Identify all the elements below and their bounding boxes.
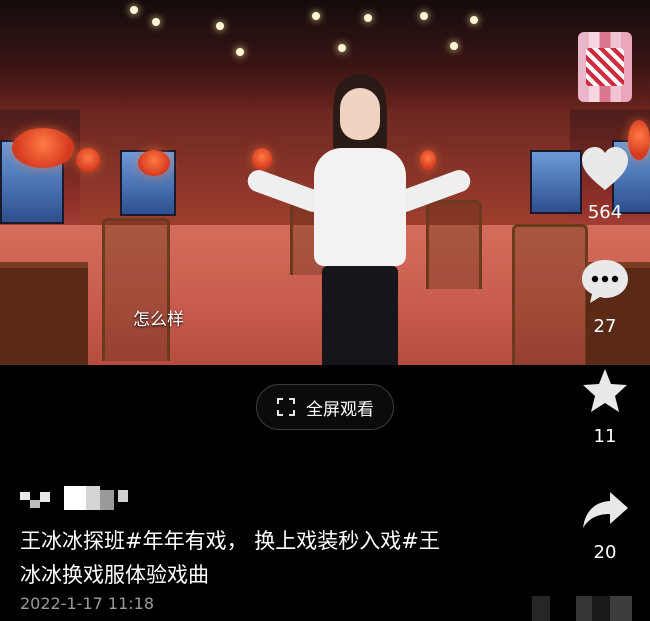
favorite-count: 11 — [593, 426, 617, 447]
pixel-block — [40, 492, 50, 502]
heart-icon — [580, 146, 630, 196]
comment-button[interactable]: 27 — [576, 258, 634, 337]
display-screen — [530, 150, 582, 214]
like-count: 564 — [587, 202, 623, 223]
host-sweater — [314, 148, 406, 266]
stage-light — [312, 12, 320, 20]
like-button[interactable]: 564 — [576, 146, 634, 223]
share-icon — [580, 488, 630, 536]
wooden-chair — [426, 200, 482, 289]
lantern — [76, 148, 100, 172]
pixel-block — [30, 500, 40, 508]
host-figure — [244, 84, 474, 365]
wooden-chair — [102, 218, 170, 361]
stage-light — [420, 12, 428, 20]
pixel-block — [86, 486, 100, 510]
video-subtitle: 怎么样 — [133, 310, 184, 330]
video-player[interactable]: 怎么样 — [0, 0, 650, 365]
host-trousers — [322, 266, 398, 365]
stage-light — [152, 18, 160, 26]
stage-light — [338, 44, 346, 52]
stage-light — [364, 14, 372, 22]
stage-light — [470, 16, 478, 24]
pixelated-watermark — [532, 596, 632, 621]
lantern — [252, 148, 272, 170]
favorite-button[interactable]: 11 — [576, 366, 634, 447]
stage-light — [450, 42, 458, 50]
stage-light — [236, 48, 244, 56]
lantern — [420, 150, 436, 170]
share-button[interactable]: 20 — [576, 488, 634, 563]
pixel-block — [20, 492, 30, 500]
stage-light — [216, 22, 224, 30]
caption-line: 冰冰换戏服体验戏曲 — [20, 563, 209, 587]
caption-line: 王冰冰探班#年年有戏， 换上戏装秒入戏#王 — [20, 529, 440, 553]
stage-light — [130, 6, 138, 14]
lantern — [138, 150, 170, 176]
fullscreen-label: 全屏观看 — [306, 399, 374, 420]
pixel-block — [64, 486, 86, 510]
comment-icon — [580, 258, 630, 310]
video-post-screen: 怎么样 全屏观看 564 27 11 20 王冰冰探班#年年有戏， 换上戏装秒入… — [0, 0, 650, 621]
host-head — [340, 88, 380, 140]
fullscreen-icon — [276, 397, 296, 417]
lantern — [12, 128, 74, 168]
side-table — [0, 262, 88, 365]
creator-avatar[interactable] — [578, 32, 632, 102]
fullscreen-button[interactable]: 全屏观看 — [256, 384, 394, 430]
comment-count: 27 — [593, 316, 617, 337]
post-caption: 王冰冰探班#年年有戏， 换上戏装秒入戏#王 冰冰换戏服体验戏曲 — [20, 524, 500, 592]
share-count: 20 — [593, 542, 617, 563]
pixel-block — [118, 490, 128, 502]
author-name-pixelated[interactable] — [20, 482, 140, 512]
star-icon — [580, 366, 630, 420]
post-date: 2022-1-17 11:18 — [20, 594, 154, 613]
pixel-block — [100, 490, 114, 510]
